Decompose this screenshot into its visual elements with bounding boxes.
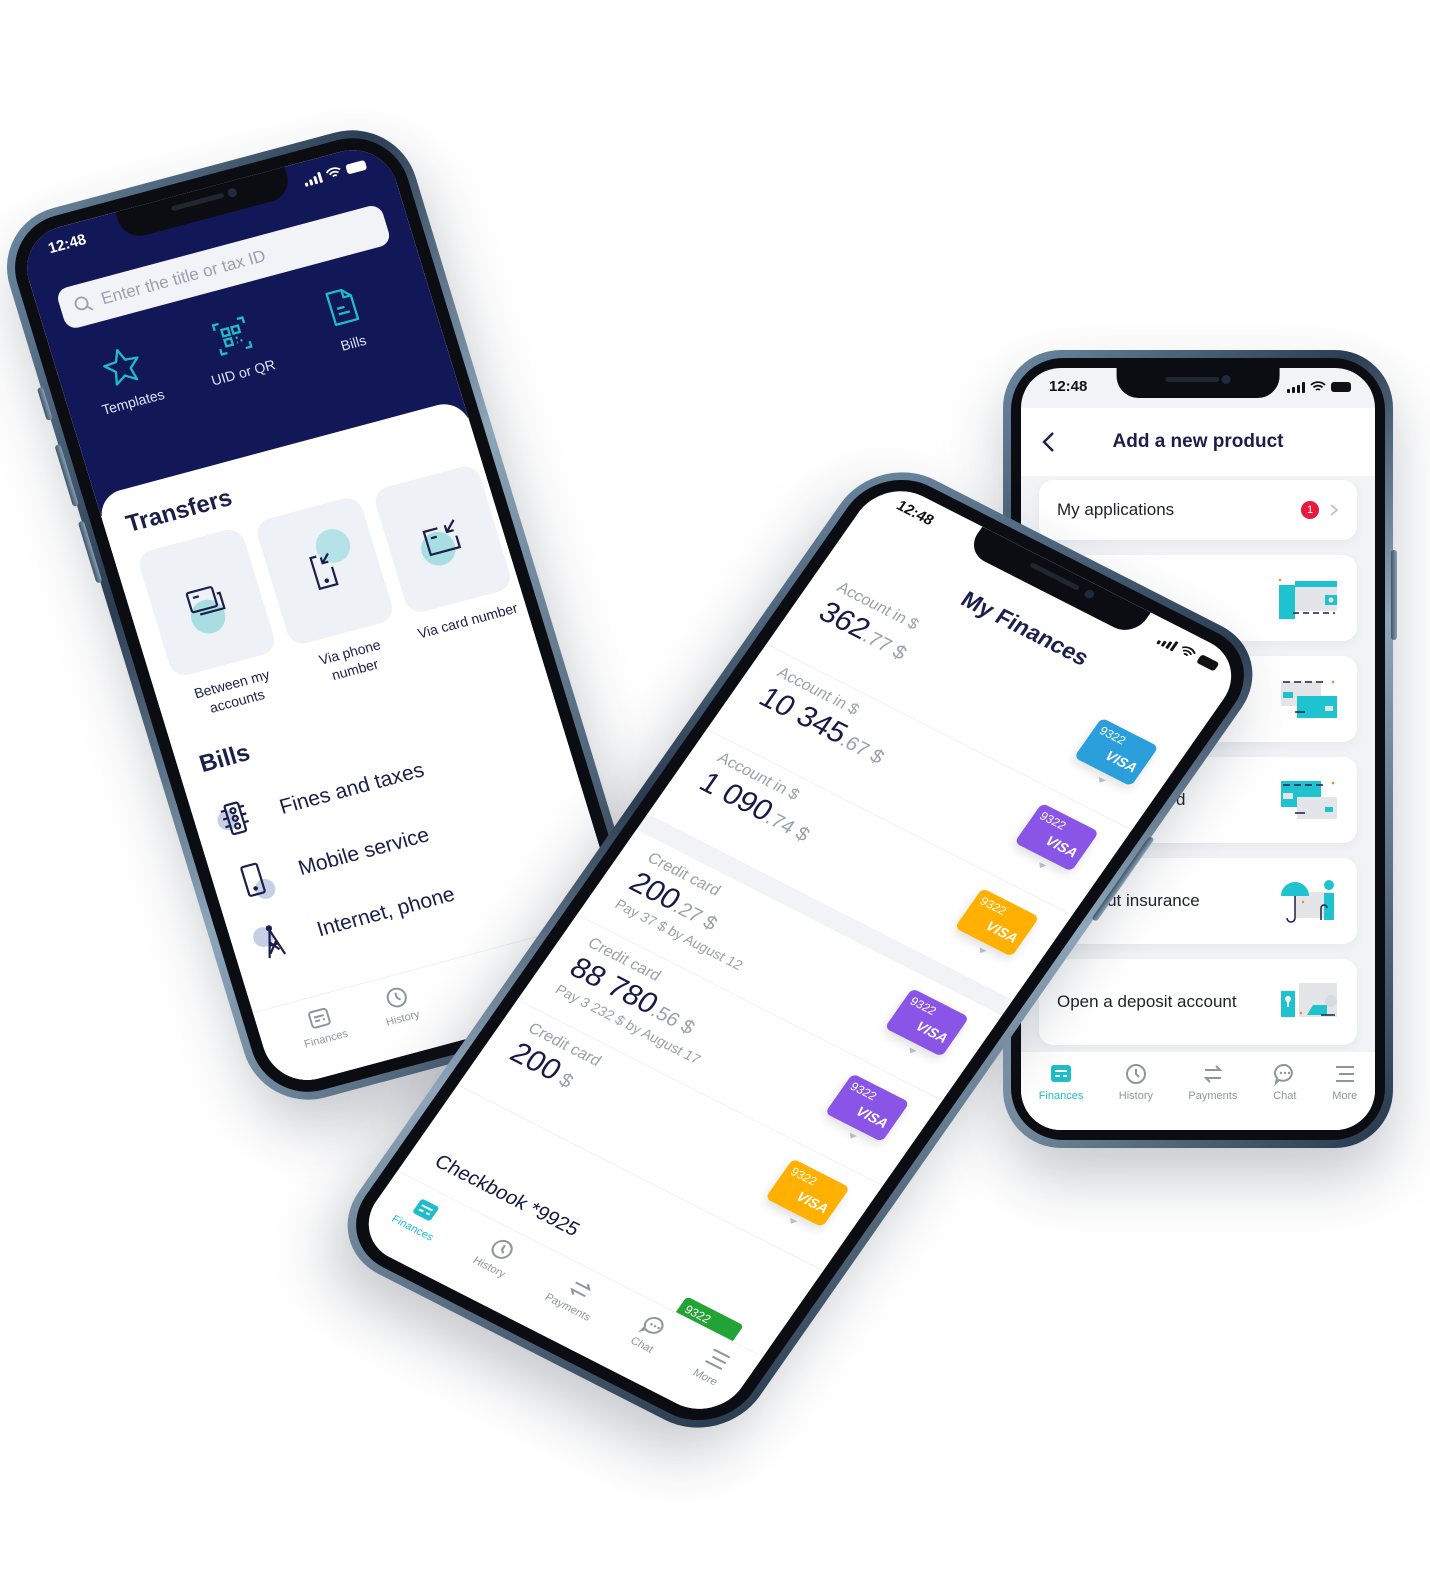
status-time: 12:48: [893, 497, 938, 529]
amount-decimal: .74 $: [761, 807, 814, 847]
tab-history[interactable]: History: [470, 1232, 524, 1280]
bills-section: Bills Fines and taxes Mobile service Int…: [196, 665, 590, 978]
chevron-right-icon: [1330, 504, 1339, 516]
loan-illustration: [1278, 578, 1337, 619]
amount-decimal: .67 $: [835, 730, 889, 769]
power-button: [1391, 550, 1397, 640]
credit-card-illustration: [1281, 781, 1337, 819]
row-label: My applications: [1057, 500, 1175, 519]
caret-down-icon: [1036, 862, 1047, 870]
tab-history[interactable]: History: [1119, 1062, 1153, 1102]
clock-icon: [1125, 1064, 1146, 1084]
deposit-illustration: [1281, 983, 1337, 1017]
search-icon: [74, 296, 94, 311]
caret-down-icon: [976, 947, 987, 956]
signal-icon: [302, 171, 324, 187]
tab-bar: Finances History Payments Chat More: [1021, 1051, 1375, 1130]
tab-payments[interactable]: Payments: [542, 1268, 609, 1324]
tab-payments[interactable]: Payments: [1188, 1062, 1237, 1102]
transfer-arrows-icon: [1203, 1065, 1223, 1083]
tab-label: History: [1118, 1090, 1153, 1102]
tab-label: Payments: [1188, 1090, 1238, 1102]
traffic-light-icon: [220, 801, 249, 836]
qr-code-icon: [211, 316, 253, 356]
status-time: 12:48: [1049, 378, 1088, 395]
clock-icon: [386, 987, 407, 1008]
product-deposit[interactable]: Open a deposit account: [1039, 959, 1357, 1045]
tab-more[interactable]: More: [690, 1344, 735, 1388]
battery-icon: [1195, 654, 1220, 672]
wifi-icon: [1310, 381, 1326, 391]
tab-chat[interactable]: Chat: [1273, 1062, 1297, 1102]
cards-icon: [185, 586, 226, 616]
my-applications-row[interactable]: My applications 1: [1039, 480, 1357, 540]
debit-card-illustration: [1281, 680, 1337, 718]
battery-icon: [345, 159, 368, 175]
insurance-illustration: [1281, 880, 1334, 923]
amount-decimal: .77 $: [858, 625, 911, 665]
tab-label: Finances: [302, 1027, 350, 1051]
tab-history[interactable]: History: [376, 982, 421, 1029]
caret-down-icon: [1096, 776, 1107, 785]
finances-icon: [1051, 1065, 1072, 1082]
tab-label: More: [1332, 1090, 1358, 1102]
tab-chat[interactable]: Chat: [628, 1312, 673, 1356]
tab-finances[interactable]: Finances: [295, 1001, 350, 1051]
tab-finances[interactable]: Finances: [1038, 1062, 1084, 1102]
document-icon: [325, 288, 360, 327]
tab-finances[interactable]: Finances: [389, 1190, 452, 1243]
notification-badge: 1: [1301, 501, 1319, 519]
chevron-left-icon[interactable]: [1039, 430, 1059, 454]
menu-icon: [1335, 1066, 1354, 1082]
signal-icon: [1287, 381, 1305, 393]
nav-header: Add a new product: [1021, 408, 1375, 476]
tab-label: Finances: [1038, 1090, 1084, 1102]
star-icon: [103, 348, 139, 386]
tab-more[interactable]: More: [1332, 1062, 1357, 1102]
tab-label: Chat: [1273, 1090, 1297, 1102]
caret-down-icon: [787, 1217, 798, 1226]
finances-icon: [308, 1007, 332, 1029]
chat-bubble-icon: [1273, 1063, 1293, 1086]
wifi-icon: [325, 167, 341, 178]
signal-icon: [1156, 634, 1179, 652]
bill-label: Internet, phone: [314, 882, 458, 942]
antenna-tower-icon: [265, 925, 287, 959]
page-title: Add a new product: [1112, 431, 1284, 452]
battery-icon: [1331, 382, 1351, 392]
row-label: Open a deposit account: [1057, 992, 1237, 1011]
wifi-icon: [1182, 646, 1196, 657]
status-bar: 12:48: [1049, 378, 1351, 396]
